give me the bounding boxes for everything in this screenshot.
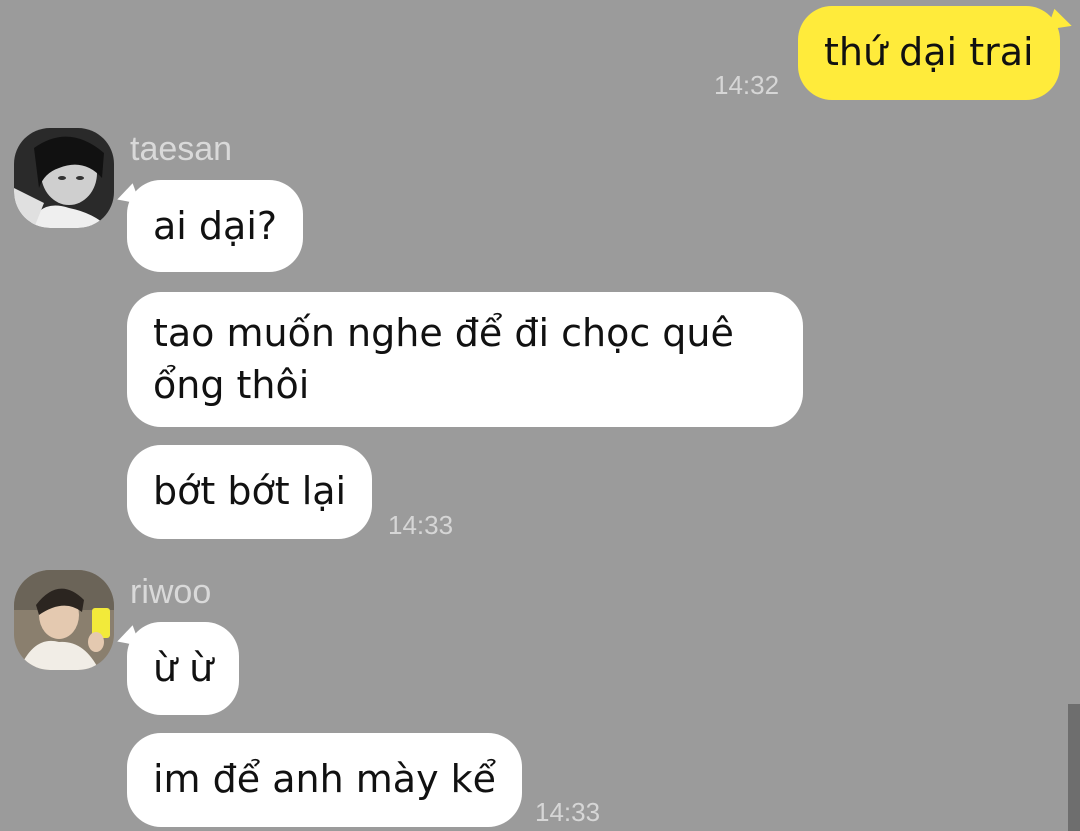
message-text: tao muốn nghe để đi chọc quê ổng thôi xyxy=(153,311,734,407)
outgoing-message-bubble[interactable]: thứ dại trai xyxy=(798,6,1060,100)
avatar-photo-icon xyxy=(14,128,114,228)
message-text: ai dại? xyxy=(153,204,278,248)
outgoing-timestamp: 14:32 xyxy=(714,70,780,100)
incoming-message-bubble[interactable]: ừ ừ xyxy=(127,622,240,715)
chat-view[interactable]: 14:32 thứ dại trai taesan ai dại? tao mu… xyxy=(0,0,1080,831)
incoming-timestamp: 14:33 xyxy=(388,510,454,540)
sender-name: taesan xyxy=(130,130,233,168)
scrollbar[interactable] xyxy=(1068,704,1080,831)
message-text: ừ ừ xyxy=(153,646,214,690)
message-text: im để anh mày kể xyxy=(153,757,497,801)
incoming-timestamp: 14:33 xyxy=(535,797,601,827)
message-text: bớt bớt lại xyxy=(153,469,347,513)
incoming-message-bubble[interactable]: bớt bớt lại xyxy=(127,445,373,539)
message-text: thứ dại trai xyxy=(824,30,1034,74)
incoming-message-bubble[interactable]: tao muốn nghe để đi chọc quê ổng thôi xyxy=(127,292,803,427)
avatar-taesan[interactable] xyxy=(14,128,114,228)
incoming-message-bubble[interactable]: im để anh mày kể xyxy=(127,733,523,827)
incoming-message-bubble[interactable]: ai dại? xyxy=(127,180,304,272)
avatar-photo-icon xyxy=(14,570,114,670)
avatar-riwoo[interactable] xyxy=(14,570,114,670)
sender-name: riwoo xyxy=(130,573,212,611)
